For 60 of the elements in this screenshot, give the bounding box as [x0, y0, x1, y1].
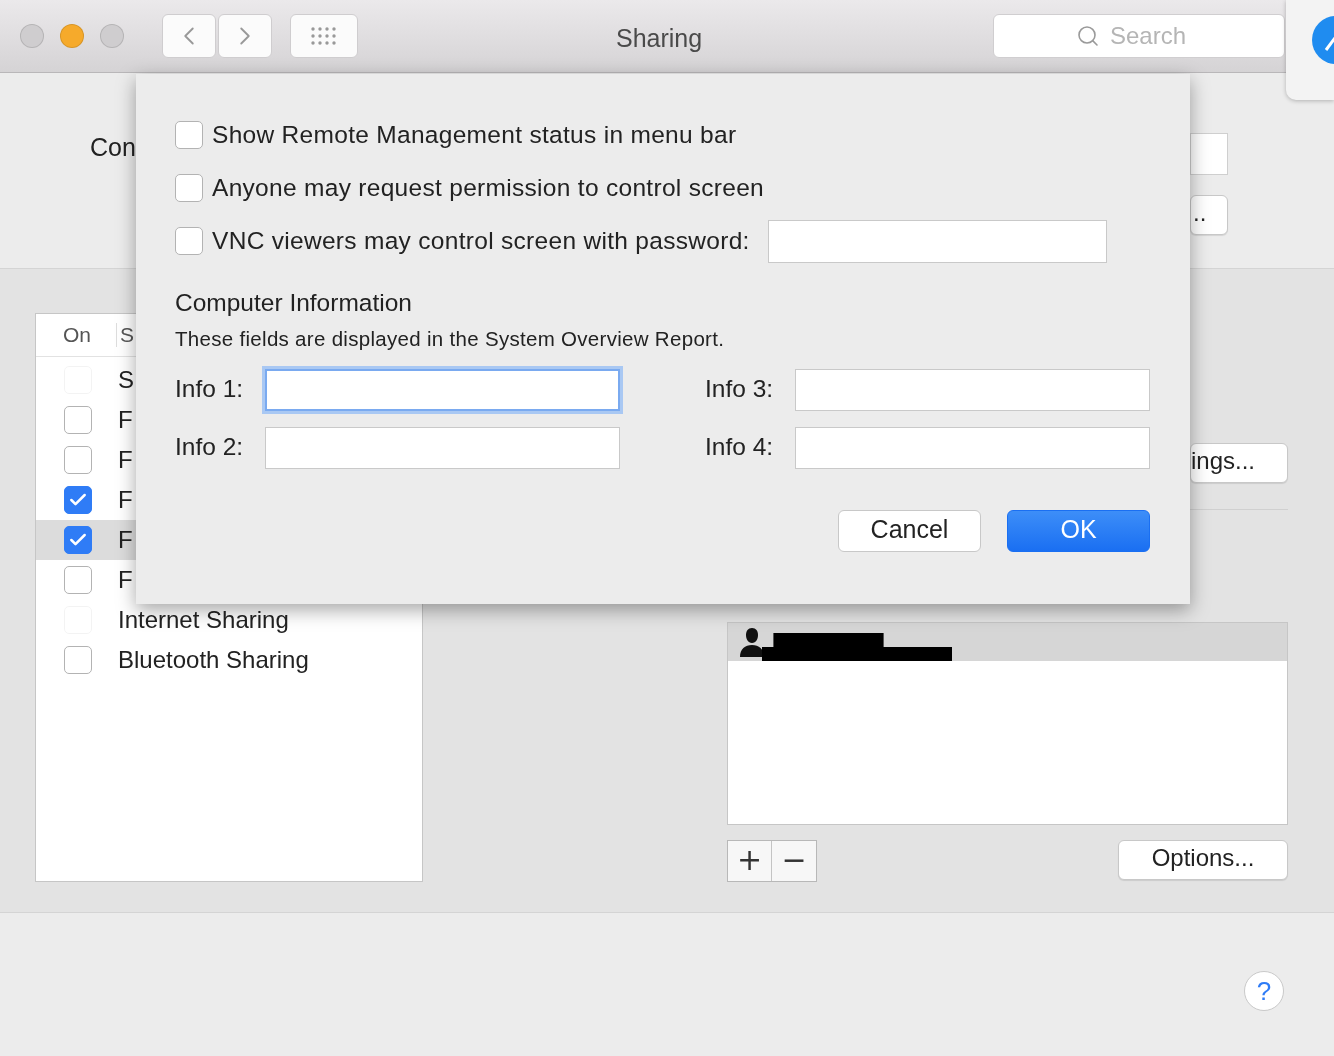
service-row[interactable]: F: [36, 480, 136, 520]
input-field[interactable]: [265, 427, 620, 469]
dialog-button[interactable]: Cancel: [838, 510, 981, 552]
checkbox[interactable]: [175, 174, 203, 202]
service-row[interactable]: F: [36, 400, 136, 440]
service-row[interactable]: Bluetooth Sharing: [36, 640, 311, 680]
section-heading: Computer Information: [175, 289, 413, 317]
service-name: Internet Sharing: [118, 606, 289, 634]
service-name: S: [118, 366, 134, 394]
forward-button[interactable]: [218, 14, 272, 58]
input-field[interactable]: [265, 369, 620, 411]
service-name: F: [118, 566, 133, 594]
service-row[interactable]: F: [36, 440, 136, 480]
computer-name-label: Con: [90, 133, 136, 163]
checkbox[interactable]: [175, 227, 203, 255]
checkbox[interactable]: [64, 486, 92, 514]
service-name: Bluetooth Sharing: [118, 646, 309, 674]
field-label: Info 3:: [705, 375, 774, 404]
help-button[interactable]: ?: [1244, 971, 1284, 1011]
search-icon: [1076, 24, 1100, 48]
search-input[interactable]: Search: [1108, 21, 1268, 51]
grid-icon: [309, 26, 339, 46]
service-row[interactable]: F: [36, 520, 136, 560]
checkbox[interactable]: [64, 566, 92, 594]
back-button[interactable]: [162, 14, 216, 58]
checkbox[interactable]: [175, 121, 203, 149]
option-label: Anyone may request permission to control screen: [212, 174, 764, 202]
add-button[interactable]: +: [728, 841, 772, 881]
options-button[interactable]: Options...: [1118, 840, 1288, 880]
user-row[interactable]: [728, 623, 1287, 661]
checkbox[interactable]: [64, 406, 92, 434]
settings-button[interactable]: ings...: [1190, 443, 1288, 483]
close-icon[interactable]: [20, 24, 44, 48]
name-field[interactable]: [1190, 133, 1228, 175]
search-field[interactable]: Search: [993, 14, 1285, 58]
option-label: VNC viewers may control screen with password:: [212, 227, 750, 255]
remove-button[interactable]: −: [772, 841, 816, 881]
checkbox[interactable]: [64, 526, 92, 554]
option-label: Show Remote Management status in menu bar: [212, 121, 737, 149]
zoom-icon[interactable]: [100, 24, 124, 48]
service-row[interactable]: F: [36, 560, 136, 600]
edit-button[interactable]: ..: [1190, 195, 1228, 235]
input-field[interactable]: [795, 427, 1150, 469]
password-field[interactable]: [767, 219, 1107, 263]
service-name: F: [118, 526, 133, 554]
checkbox[interactable]: [64, 446, 92, 474]
section-description: These fields are displayed in the System Overview Report.: [175, 327, 726, 351]
show-all-button[interactable]: [290, 14, 358, 58]
dialog-button[interactable]: OK: [1007, 510, 1150, 552]
window-title: Sharing: [616, 24, 703, 53]
checkbox[interactable]: [64, 646, 92, 674]
field-label: Info 2:: [175, 433, 244, 462]
column-header[interactable]: On: [36, 323, 116, 347]
service-name: F: [118, 446, 133, 474]
field-label: Info 4:: [705, 433, 774, 462]
service-name: F: [118, 486, 133, 514]
field-label: Info 1:: [175, 375, 244, 404]
minimize-icon[interactable]: [60, 24, 84, 48]
input-field[interactable]: [795, 369, 1150, 411]
service-name: F: [118, 406, 133, 434]
